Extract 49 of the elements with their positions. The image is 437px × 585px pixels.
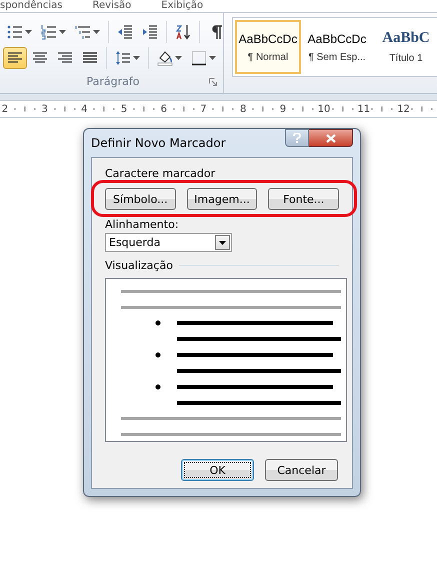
ruler-number: 6 bbox=[160, 104, 168, 114]
close-icon bbox=[326, 134, 336, 142]
style-preview: AaBbCcDc bbox=[308, 32, 366, 46]
style-item[interactable]: AaBbCcDc ¶ Normal bbox=[235, 20, 301, 74]
numbering-icon bbox=[41, 24, 57, 40]
borders-icon bbox=[191, 50, 207, 66]
ruler-number: 2 bbox=[0, 104, 10, 114]
ribbon-button[interactable] bbox=[3, 47, 27, 69]
dialog-title: Definir Novo Marcador bbox=[91, 136, 226, 150]
dialog-button[interactable]: Imagem... bbox=[186, 188, 258, 210]
dialog-button[interactable]: Símbolo... bbox=[105, 188, 176, 210]
shading-icon bbox=[157, 50, 173, 66]
ruler-number: 3 bbox=[40, 104, 49, 114]
ruler-number: 10 bbox=[318, 104, 328, 114]
field-label: Alinhamento: bbox=[105, 218, 180, 231]
bullets-icon bbox=[7, 24, 23, 40]
ruler-number: 5 bbox=[120, 104, 128, 114]
ruler-number: 7 bbox=[199, 104, 208, 114]
outdent-icon bbox=[117, 24, 133, 40]
ok-button[interactable]: OK bbox=[181, 459, 254, 481]
line-spacing-icon bbox=[115, 50, 131, 66]
alignment-dropdown[interactable]: Esquerda bbox=[105, 233, 232, 252]
ruler-number: 4 bbox=[80, 104, 89, 114]
dialog-button[interactable]: Fonte... bbox=[268, 188, 340, 210]
style-label: ¶ Sem Esp... bbox=[308, 52, 366, 62]
dialog-launcher-icon[interactable] bbox=[209, 78, 217, 86]
ruler-number: 8 bbox=[238, 104, 248, 114]
dropdown-arrow-icon bbox=[219, 240, 226, 244]
indent-icon bbox=[142, 24, 158, 40]
ruler-number: 12 bbox=[397, 104, 408, 114]
justify-icon bbox=[82, 50, 98, 66]
style-preview: AaBbCcDc bbox=[238, 32, 298, 46]
ribbon-tab[interactable]: Revisão bbox=[92, 0, 132, 12]
group-label: Caractere marcador bbox=[105, 167, 216, 180]
question-mark-icon bbox=[293, 133, 301, 143]
style-preview: AaBbC bbox=[382, 30, 430, 47]
ruler-number: 11 bbox=[357, 104, 368, 114]
ribbon-tab[interactable]: spondências bbox=[0, 0, 62, 12]
ribbon-tab[interactable]: Exibição bbox=[161, 0, 204, 12]
group-title: Parágrafo bbox=[86, 75, 140, 88]
cancel-button[interactable]: Cancelar bbox=[265, 459, 338, 481]
sort-icon bbox=[175, 24, 191, 40]
style-label: ¶ Normal bbox=[248, 52, 288, 62]
multilevel-icon bbox=[75, 24, 91, 40]
ruler-number: 9 bbox=[278, 104, 288, 114]
style-label: Título 1 bbox=[389, 53, 423, 64]
close-button[interactable] bbox=[309, 129, 353, 147]
section-label: Visualização bbox=[105, 259, 173, 272]
help-button[interactable] bbox=[285, 129, 309, 147]
